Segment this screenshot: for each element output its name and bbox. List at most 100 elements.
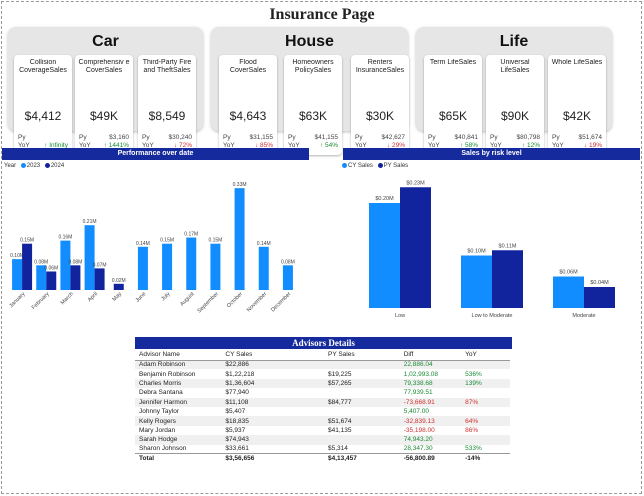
- bar-2024-april[interactable]: [94, 268, 105, 290]
- table-cell: $5,937: [225, 426, 246, 434]
- py-label: Py: [355, 134, 363, 141]
- kpi-card[interactable]: Flood CoverSales $4,643 Py $31,155 YoY ↓ 85%: [219, 55, 277, 155]
- table-row[interactable]: Sarah Hodge $74,943 74,943.20: [135, 435, 510, 445]
- data-label: 0.15M: [160, 238, 174, 244]
- bar-2023-september[interactable]: [210, 243, 221, 290]
- kpi-card[interactable]: Homeowners PolicySales $63K Py $41,155 YoY ↑ …: [284, 55, 342, 155]
- kpi-card[interactable]: Universal LifeSales $90K Py $80,798 YoY ↑ 12%: [486, 55, 544, 155]
- table-row[interactable]: Adam Robinson $22,886 22,886.04: [135, 360, 510, 370]
- risk-legend[interactable]: CY Sales PY Sales: [342, 163, 408, 169]
- data-label: 0.21M: [83, 219, 97, 225]
- py-value: $30,240: [168, 134, 193, 141]
- bar-2024-february[interactable]: [46, 271, 57, 290]
- data-label: 0.14M: [257, 241, 271, 247]
- kpi-card-label: Flood CoverSales: [229, 59, 267, 74]
- bar-2024-january[interactable]: [22, 243, 33, 290]
- bar-2023-october[interactable]: [234, 188, 245, 290]
- table-row[interactable]: Charles Morris $1,36,604 $57,265 79,338.68 1…: [135, 378, 510, 389]
- total-cell: -14%: [461, 453, 510, 464]
- py-label: Py: [223, 134, 231, 141]
- table-row[interactable]: Benjamin Robinson $1,22,218 $19,225 1,02,99…: [135, 369, 510, 378]
- col-py-sales[interactable]: PY Sales: [327, 349, 404, 361]
- kpi-group-house: House Flood CoverSales $4,643 Py $31,155 YoY ↓…: [211, 27, 409, 155]
- bar-2023-november[interactable]: [258, 246, 269, 290]
- x-tick-label: December: [270, 291, 292, 313]
- bar-py-sales-2[interactable]: [584, 287, 615, 308]
- bar-2023-august[interactable]: [186, 237, 197, 290]
- data-label: 0.33M: [233, 182, 247, 188]
- legend-cy-label: CY Sales: [348, 163, 373, 170]
- data-label: 0.16M: [58, 235, 72, 241]
- data-label: 0.17M: [184, 232, 198, 238]
- x-tick-label: January: [8, 291, 26, 309]
- table-row[interactable]: Debra Santana $77,940 77,939.51: [135, 388, 510, 397]
- table-cell: Adam Robinson: [135, 360, 226, 370]
- table-row[interactable]: Jennifer Harmon $11,108 $84,777 -73,668.91 8…: [135, 397, 510, 407]
- kpi-card[interactable]: Term LifeSales $65K Py $40,841 YoY ↑ 58%: [424, 55, 482, 155]
- x-tick-label: October: [226, 291, 244, 309]
- table-cell: 77,939.51: [403, 389, 433, 397]
- kpi-card[interactable]: Renters InsuranceSales $30K Py $42,627 YoY ↓ …: [351, 55, 409, 155]
- table-row[interactable]: Kelly Rogers $18,835 $51,674 -32,839.13 64%: [135, 416, 510, 426]
- bar-2023-december[interactable]: [282, 265, 293, 290]
- data-label: 0.15M: [20, 238, 34, 244]
- bar-2023-july[interactable]: [162, 243, 173, 290]
- bar-cy-sales-0[interactable]: [369, 203, 400, 308]
- table-row[interactable]: Johnny Taylor $5,407 5,407.00: [135, 407, 510, 416]
- table-cell: 28,347.30: [403, 445, 433, 453]
- py-value: $42,627: [381, 134, 406, 141]
- kpi-card[interactable]: Third-Party Fire and TheftSales $8,549 Py $…: [138, 55, 196, 155]
- bar-py-sales-0[interactable]: [400, 187, 431, 308]
- x-tick-label: April: [87, 291, 99, 303]
- x-tick-label: July: [160, 291, 171, 302]
- legend-py-label: PY Sales: [383, 163, 409, 170]
- kpi-card[interactable]: Comprehensiv e CoverSales $49K Py $3,160 YoY…: [75, 55, 133, 155]
- table-cell: $1,36,604: [225, 378, 328, 389]
- kpi-card[interactable]: Whole LifeSales $42K Py $51,674 YoY ↓ 19%: [548, 55, 606, 155]
- bar-cy-sales-1[interactable]: [461, 255, 492, 309]
- kpi-card-value: $4,643: [229, 109, 267, 123]
- table-cell: $51,674: [327, 416, 404, 426]
- table-row[interactable]: Mary Jordan $5,937 $41,135 -35,198.00 86%: [135, 426, 510, 435]
- bar-2024-may[interactable]: [113, 283, 124, 290]
- kpi-card-py: Py $51,674: [552, 134, 602, 141]
- total-cell: $4,13,457: [327, 453, 404, 464]
- col-advisor-name[interactable]: Advisor Name: [135, 349, 226, 361]
- kpi-card-py: Py $31,155: [223, 134, 273, 141]
- kpi-card[interactable]: Collision CoverageSales $4,412 Py YoY ↑ Infi…: [14, 55, 72, 155]
- data-label: 0.06M: [44, 265, 58, 271]
- data-label: 0.02M: [112, 278, 126, 284]
- bar-2023-april[interactable]: [84, 225, 95, 290]
- bar-py-sales-1[interactable]: [492, 250, 523, 308]
- col-cy-sales[interactable]: CY Sales: [225, 349, 328, 361]
- kpi-card-value: $4,412: [24, 109, 62, 123]
- table-cell: -35,198.00: [403, 426, 435, 434]
- legend-cy-marker: [342, 163, 347, 168]
- bar-2023-january[interactable]: [12, 259, 23, 290]
- col-diff[interactable]: Diff: [403, 349, 462, 361]
- py-value: $3,160: [109, 134, 129, 141]
- table-cell: $5,407: [225, 408, 246, 416]
- bar-2023-june[interactable]: [137, 246, 148, 290]
- advisors-table: Advisor Name CY Sales PY Sales Diff YoY …: [135, 349, 510, 464]
- risk-bar-chart[interactable]: $0.20M $0.23M Low $0.10M $0.11M Low to Modera…: [344, 172, 640, 322]
- data-label: 0.08M: [281, 259, 295, 265]
- performance-legend[interactable]: Year 2023 2024: [4, 163, 64, 169]
- kpi-card-py: Py $80,798: [490, 134, 540, 141]
- kpi-card-value: $30K: [365, 109, 395, 123]
- table-cell: [461, 435, 510, 445]
- kpi-card-py: Py $40,841: [428, 134, 478, 141]
- kpi-card-label: Renters InsuranceSales: [355, 59, 405, 74]
- table-cell: $1,22,218: [225, 370, 255, 378]
- yoy-value: ↑ 54%: [320, 142, 338, 149]
- py-label: Py: [490, 134, 498, 141]
- table-cell: Sarah Hodge: [135, 435, 226, 445]
- performance-bar-chart[interactable]: 0.10M0.15MJanuary0.08M0.06MFebruary0.16M…: [0, 172, 312, 318]
- yoy-percent: 54%: [324, 142, 338, 149]
- table-cell: 87%: [461, 397, 510, 407]
- bar-2024-march[interactable]: [70, 265, 81, 290]
- bar-cy-sales-2[interactable]: [553, 276, 584, 309]
- col-yoy[interactable]: YoY: [461, 349, 510, 361]
- kpi-group-life: Life Term LifeSales $65K Py $40,841 YoY ↑ 58% U…: [416, 27, 612, 155]
- table-row[interactable]: Sharon Johnson $33,661 $5,314 28,347.30 533%: [135, 445, 510, 454]
